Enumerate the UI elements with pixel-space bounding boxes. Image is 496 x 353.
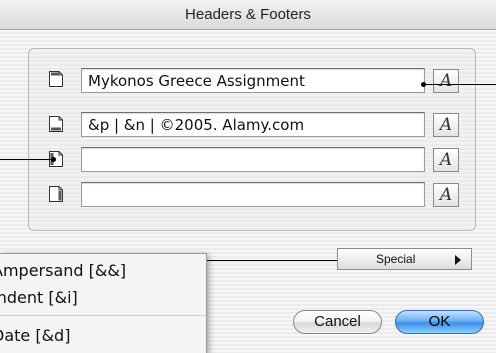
header-font-button[interactable]: A xyxy=(433,69,459,93)
triangle-right-icon xyxy=(455,255,461,265)
left-icon-callout-dot xyxy=(51,157,56,162)
special-popup-button[interactable]: Special xyxy=(337,248,472,270)
header-callout-dot xyxy=(421,82,426,87)
header-callout-line xyxy=(423,84,496,85)
special-menu: Ampersand [&&] Indent [&i] Date [&d] xyxy=(0,253,207,353)
footer-font-button[interactable]: A xyxy=(433,113,459,137)
menu-item-ampersand[interactable]: Ampersand [&&] xyxy=(0,260,126,282)
footer-page-icon xyxy=(48,115,64,133)
right-text-field[interactable] xyxy=(81,182,425,207)
left-text-field[interactable] xyxy=(81,147,425,172)
cancel-button[interactable]: Cancel xyxy=(293,310,382,334)
menu-separator xyxy=(0,315,206,316)
left-font-button[interactable]: A xyxy=(433,148,459,172)
header-text-field[interactable] xyxy=(81,68,425,93)
right-font-button[interactable]: A xyxy=(433,183,459,207)
menu-item-indent[interactable]: Indent [&i] xyxy=(0,287,78,309)
dialog-title: Headers & Footers xyxy=(0,0,496,30)
ok-button[interactable]: OK xyxy=(395,310,484,334)
special-callout-line xyxy=(207,260,349,261)
special-button-label: Special xyxy=(376,252,416,266)
left-icon-callout-line xyxy=(0,159,53,160)
right-margin-page-icon xyxy=(48,185,64,203)
menu-item-date[interactable]: Date [&d] xyxy=(0,325,70,347)
footer-text-field[interactable] xyxy=(81,112,425,137)
header-page-icon xyxy=(48,70,64,88)
headers-footers-dialog: Headers & Footers A A A xyxy=(0,0,496,353)
